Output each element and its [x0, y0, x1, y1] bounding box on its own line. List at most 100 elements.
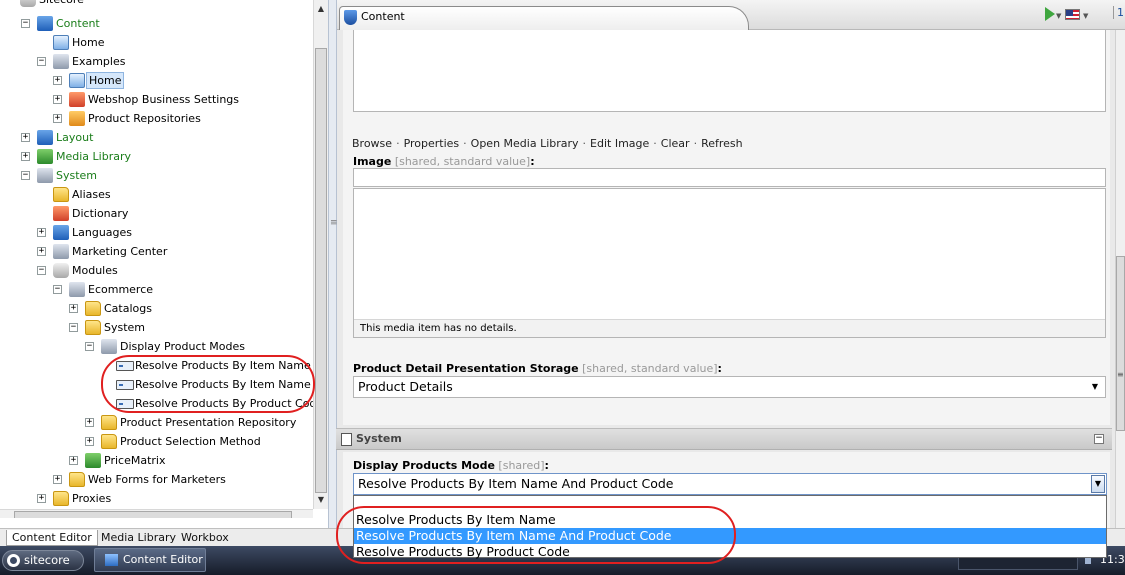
- display-modes-icon: [101, 339, 117, 354]
- modules-icon: [53, 263, 69, 278]
- expand-icon[interactable]: +: [53, 114, 62, 123]
- image-field-actions: Browse · Properties · Open Media Library · Edi…: [352, 137, 743, 150]
- version-indicator[interactable]: 1: [1113, 6, 1124, 19]
- folder-icon: [85, 301, 101, 316]
- collapse-icon[interactable]: −: [37, 57, 46, 66]
- tree-item-label: Languages: [72, 226, 133, 239]
- navigate-icon[interactable]: [1045, 7, 1055, 21]
- tree-item-label: Dictionary: [72, 207, 129, 220]
- folder-icon: [101, 415, 117, 430]
- tab-media-library[interactable]: Media Library: [96, 530, 181, 546]
- section-header-system[interactable]: System −: [336, 428, 1112, 450]
- sitecore-logo-icon: [7, 554, 20, 567]
- tree-horizontal-scrollbar[interactable]: [0, 509, 313, 518]
- expand-icon[interactable]: +: [53, 76, 62, 85]
- editor-vertical-scrollbar[interactable]: ≡: [1115, 30, 1125, 528]
- home-icon: [53, 35, 69, 50]
- tab-toolbar: ▼ ▼ 1: [1045, 6, 1125, 26]
- image-preview-box: This media item has no details.: [353, 188, 1106, 338]
- tab-content-editor[interactable]: Content Editor: [6, 530, 98, 546]
- taskbar-item-content-editor[interactable]: Content Editor: [94, 548, 206, 572]
- expand-icon[interactable]: +: [37, 494, 46, 503]
- option-product-code[interactable]: Resolve Products By Product Code: [354, 544, 1106, 560]
- expand-icon[interactable]: +: [53, 475, 62, 484]
- rich-text-field[interactable]: [353, 30, 1106, 112]
- scroll-thumb[interactable]: [1116, 256, 1125, 431]
- tree-item-label: Webshop Business Settings: [88, 93, 240, 106]
- image-path-input[interactable]: [353, 168, 1106, 187]
- examples-icon: [53, 54, 69, 69]
- tree-item-label: Web Forms for Marketers: [88, 473, 226, 486]
- sitecore-start-button[interactable]: sitecore: [2, 550, 84, 571]
- expand-icon[interactable]: +: [69, 304, 78, 313]
- tree-item-label: Ecommerce: [88, 283, 154, 296]
- start-label: sitecore: [24, 553, 70, 567]
- folder-icon: [101, 434, 117, 449]
- expand-icon[interactable]: +: [21, 152, 30, 161]
- display-products-mode-select[interactable]: Resolve Products By Item Name And Produc…: [353, 473, 1107, 495]
- expand-icon[interactable]: +: [53, 95, 62, 104]
- expand-icon[interactable]: +: [85, 437, 94, 446]
- properties-link[interactable]: Properties: [404, 137, 460, 150]
- select-value: Product Details: [358, 379, 453, 394]
- repository-icon: [69, 111, 85, 126]
- edit-image-link[interactable]: Edit Image: [590, 137, 649, 150]
- tree-item-label: Layout: [56, 131, 94, 144]
- tab-workbox[interactable]: Workbox: [176, 530, 234, 546]
- item-icon: [116, 399, 134, 409]
- collapse-icon[interactable]: −: [53, 285, 62, 294]
- collapse-icon[interactable]: −: [21, 171, 30, 180]
- tree-item-label: Marketing Center: [72, 245, 168, 258]
- scroll-down-icon[interactable]: ▼: [314, 493, 328, 507]
- expand-icon[interactable]: +: [37, 228, 46, 237]
- collapse-icon[interactable]: −: [1094, 434, 1104, 444]
- layout-icon: [37, 130, 53, 145]
- collapse-icon[interactable]: −: [21, 19, 30, 28]
- expand-icon[interactable]: +: [85, 418, 94, 427]
- tree-item-label: Home: [72, 36, 105, 49]
- price-matrix-icon: [85, 453, 101, 468]
- field-meta: [shared]: [498, 459, 545, 472]
- tree-item-label: Examples: [72, 55, 126, 68]
- section-title: System: [356, 432, 402, 445]
- database-icon: [20, 0, 36, 7]
- expand-icon[interactable]: +: [37, 247, 46, 256]
- display-products-mode-options: Resolve Products By Item Name Resolve Pr…: [353, 495, 1107, 560]
- chevron-down-icon[interactable]: ▼: [1056, 12, 1061, 20]
- chevron-down-icon[interactable]: ▼: [1083, 12, 1088, 20]
- browse-link[interactable]: Browse: [352, 137, 392, 150]
- option-item-name-and-code[interactable]: Resolve Products By Item Name And Produc…: [354, 528, 1106, 544]
- tree-item-label: Catalogs: [104, 302, 152, 315]
- expand-icon[interactable]: +: [21, 133, 30, 142]
- tree-item-label: Sitecore: [39, 0, 84, 9]
- collapse-icon[interactable]: −: [37, 266, 46, 275]
- tree-item-label: Home: [86, 72, 125, 89]
- option-item-name[interactable]: Resolve Products By Item Name: [354, 512, 1106, 528]
- scroll-thumb[interactable]: [315, 48, 327, 493]
- expand-icon[interactable]: +: [69, 456, 78, 465]
- tab-label: Content: [361, 10, 405, 23]
- tree-vertical-scrollbar[interactable]: ▲ ▼: [313, 0, 328, 509]
- marketing-center-icon: [53, 244, 69, 259]
- chevron-down-icon[interactable]: ▼: [1088, 377, 1102, 397]
- field-name: Image: [353, 155, 392, 168]
- collapse-icon[interactable]: −: [85, 342, 94, 351]
- storage-select[interactable]: Product Details ▼: [353, 376, 1106, 398]
- tab-content[interactable]: Content: [339, 6, 749, 30]
- storage-field-label: Product Detail Presentation Storage [sha…: [353, 362, 722, 375]
- clear-link[interactable]: Clear: [661, 137, 690, 150]
- select-value: Resolve Products By Item Name And Produc…: [358, 476, 674, 491]
- tree-item-label: Proxies: [72, 492, 112, 505]
- chevron-down-icon[interactable]: ▼: [1091, 475, 1105, 493]
- language-flag-icon[interactable]: [1065, 9, 1080, 20]
- scroll-up-icon[interactable]: ▲: [314, 2, 328, 16]
- refresh-link[interactable]: Refresh: [701, 137, 743, 150]
- collapse-icon[interactable]: −: [69, 323, 78, 332]
- tree-item-label: Content: [56, 17, 100, 30]
- open-media-library-link[interactable]: Open Media Library: [471, 137, 579, 150]
- folder-icon: [85, 320, 101, 335]
- scroll-thumb[interactable]: [14, 511, 292, 518]
- tree-item-label: Modules: [72, 264, 118, 277]
- field-name: Display Products Mode: [353, 459, 495, 472]
- tree-item-label: Resolve Products By Item Name And: [135, 378, 328, 391]
